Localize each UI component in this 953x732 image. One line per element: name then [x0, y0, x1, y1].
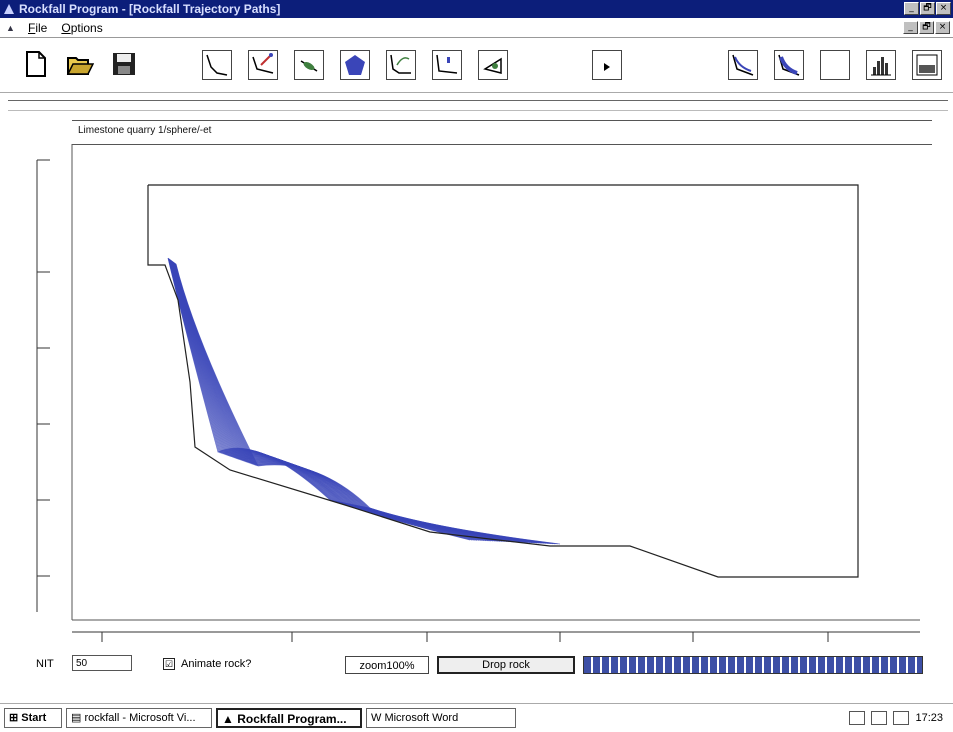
- slope-profile: [147, 184, 859, 578]
- start-label: Start: [21, 712, 47, 724]
- tray-app-icon[interactable]: [893, 711, 910, 725]
- taskbar: ⊞ Start ▤ rockfall - Microsoft Vi... ▲ R…: [0, 703, 953, 732]
- app-icon: ▤: [71, 712, 85, 724]
- trajectory-plot: [36, 144, 920, 642]
- task-rockfall-program[interactable]: ▲ Rockfall Program...: [216, 708, 362, 728]
- trajectory-paths: [167, 257, 561, 545]
- trajectory-path: [175, 263, 561, 545]
- windows-icon: ⊞: [9, 712, 19, 724]
- system-tray: 17:23: [849, 711, 943, 725]
- task-label: Rockfall Program...: [237, 712, 347, 726]
- trajectory-path: [174, 263, 554, 545]
- checkbox-check-icon[interactable]: ☑: [163, 658, 175, 670]
- trajectory-path: [175, 263, 556, 545]
- trajectory-path: [175, 263, 558, 545]
- nit-label: NIT: [36, 658, 54, 670]
- progress-bar: [583, 656, 923, 674]
- word-icon: W: [371, 712, 385, 724]
- animate-rock-checkbox[interactable]: ☑ Animate rock?: [163, 658, 251, 670]
- task-label: Microsoft Word: [384, 712, 459, 724]
- volume-icon[interactable]: [849, 711, 866, 725]
- drop-rock-button[interactable]: Drop rock: [437, 656, 575, 674]
- task-label: rockfall - Microsoft Vi...: [84, 712, 196, 724]
- start-button[interactable]: ⊞ Start: [4, 708, 62, 728]
- zoom-button[interactable]: zoom100%: [345, 656, 429, 674]
- animate-rock-label: Animate rock?: [181, 658, 252, 670]
- clock: 17:23: [915, 712, 943, 724]
- app-icon: ▲: [222, 712, 238, 726]
- network-icon[interactable]: [871, 711, 888, 725]
- nit-input[interactable]: 50: [72, 655, 132, 671]
- task-rockfall-vi[interactable]: ▤ rockfall - Microsoft Vi...: [66, 708, 212, 728]
- task-microsoft-word[interactable]: W Microsoft Word: [366, 708, 516, 728]
